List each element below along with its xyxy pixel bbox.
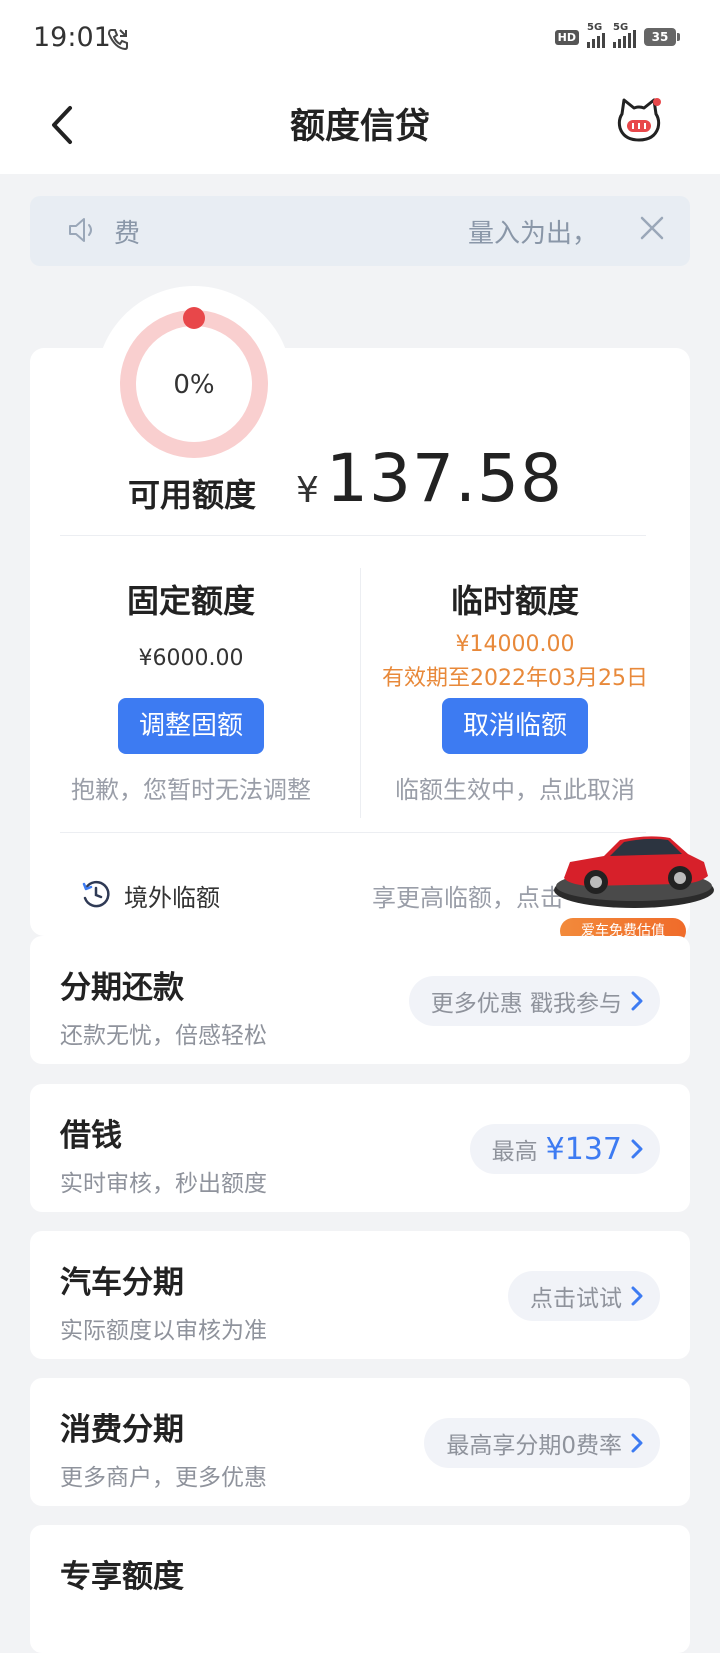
red-car-icon <box>554 836 714 908</box>
nav-bar: 额度信贷 <box>0 78 720 174</box>
temp-credit-note[interactable]: 临额生效中，点此取消 <box>350 770 680 805</box>
list-item-car-installment[interactable]: 汽车分期 实际额度以审核为准 点击试试 <box>30 1231 690 1359</box>
adjust-fixed-button[interactable]: 调整固额 <box>118 698 264 754</box>
list-item-consumer-installment[interactable]: 消费分期 更多商户，更多优惠 最高享分期0费率 <box>30 1378 690 1506</box>
fixed-credit-amount: ¥6000.00 <box>138 646 244 671</box>
list-item-subtitle: 更多商户，更多优惠 <box>60 1465 267 1491</box>
temp-credit-expiry: 有效期至2022年03月25日 <box>382 666 648 691</box>
notice-bar[interactable]: 费 量入为出， <box>30 196 690 266</box>
notice-text-right: 量入为出， <box>467 219 598 249</box>
list-item-subtitle: 还款无忧，倍感轻松 <box>60 1023 267 1049</box>
promo-pill-text: 更多优惠 戳我参与 <box>430 991 622 1017</box>
clock-icon <box>82 880 110 908</box>
list-item-title: 专享额度 <box>60 1559 184 1595</box>
overseas-credit-promo[interactable]: 享更高临额，点击 <box>372 878 564 913</box>
fixed-credit-title: 固定额度 <box>126 582 255 620</box>
chevron-right-icon <box>631 1139 643 1159</box>
status-bar: 19:01 HD 5G 5G 35 <box>0 0 720 78</box>
hd-voice-icon: HD <box>554 29 579 45</box>
car-valuation-widget[interactable]: 爱车免费估值 <box>548 832 720 948</box>
signal-icon-2: 5G <box>613 22 636 48</box>
list-item-title: 分期还款 <box>60 970 184 1006</box>
list-item-subtitle: 实际额度以审核为准 <box>60 1318 267 1344</box>
promo-pill[interactable]: 最高 ¥137 <box>469 1124 660 1174</box>
currency-symbol: ¥ <box>296 470 319 511</box>
promo-pill[interactable]: 更多优惠 戳我参与 <box>408 976 660 1026</box>
chevron-right-icon <box>631 1433 643 1453</box>
list-item-title: 消费分期 <box>60 1412 184 1448</box>
close-icon[interactable] <box>638 214 666 242</box>
chevron-right-icon <box>631 1286 643 1306</box>
list-item-title: 借钱 <box>60 1118 122 1154</box>
phone-call-icon <box>107 29 128 51</box>
promo-pill[interactable]: 最高享分期0费率 <box>424 1418 660 1468</box>
chevron-right-icon <box>631 991 643 1011</box>
list-item-borrow[interactable]: 借钱 实时审核，秒出额度 最高 ¥137 <box>30 1084 690 1212</box>
max-loan-amount: ¥137 <box>545 1131 622 1167</box>
status-time: 19:01 <box>33 22 111 53</box>
temp-credit-title: 临时额度 <box>450 582 579 620</box>
promo-pill-text: 最高享分期0费率 <box>446 1433 622 1459</box>
fixed-credit-note: 抱歉，您暂时无法调整 <box>71 776 311 804</box>
temp-credit-amount: ¥14000.00 <box>455 632 575 657</box>
signal-icon: 5G <box>587 22 605 48</box>
battery-icon: 35 <box>644 28 680 46</box>
list-item-subtitle: 实时审核，秒出额度 <box>60 1171 267 1197</box>
available-label: 可用额度 <box>128 476 257 514</box>
cat-service-icon[interactable] <box>614 96 664 146</box>
usage-percent: 0% <box>173 370 215 400</box>
promo-pill[interactable]: 点击试试 <box>508 1271 660 1321</box>
speaker-icon <box>69 218 92 242</box>
notice-text-left: 费 <box>114 219 141 249</box>
cancel-temp-button[interactable]: 取消临额 <box>442 698 588 754</box>
promo-pill-text: 点击试试 <box>530 1286 622 1312</box>
page-title: 额度信贷 <box>289 107 430 147</box>
promo-pill-text: 最高 <box>491 1139 538 1165</box>
overseas-credit-label[interactable]: 境外临额 <box>124 878 220 913</box>
gauge-indicator <box>183 307 205 329</box>
list-item-title: 汽车分期 <box>60 1265 184 1301</box>
list-item-installment-repay[interactable]: 分期还款 还款无忧，倍感轻松 更多优惠 戳我参与 <box>30 936 690 1064</box>
divider <box>60 535 646 536</box>
available-amount: 137.58 <box>326 440 563 517</box>
list-item-exclusive-credit[interactable]: 专享额度 <box>30 1525 690 1653</box>
status-indicators: HD 5G 5G 35 <box>554 22 680 48</box>
